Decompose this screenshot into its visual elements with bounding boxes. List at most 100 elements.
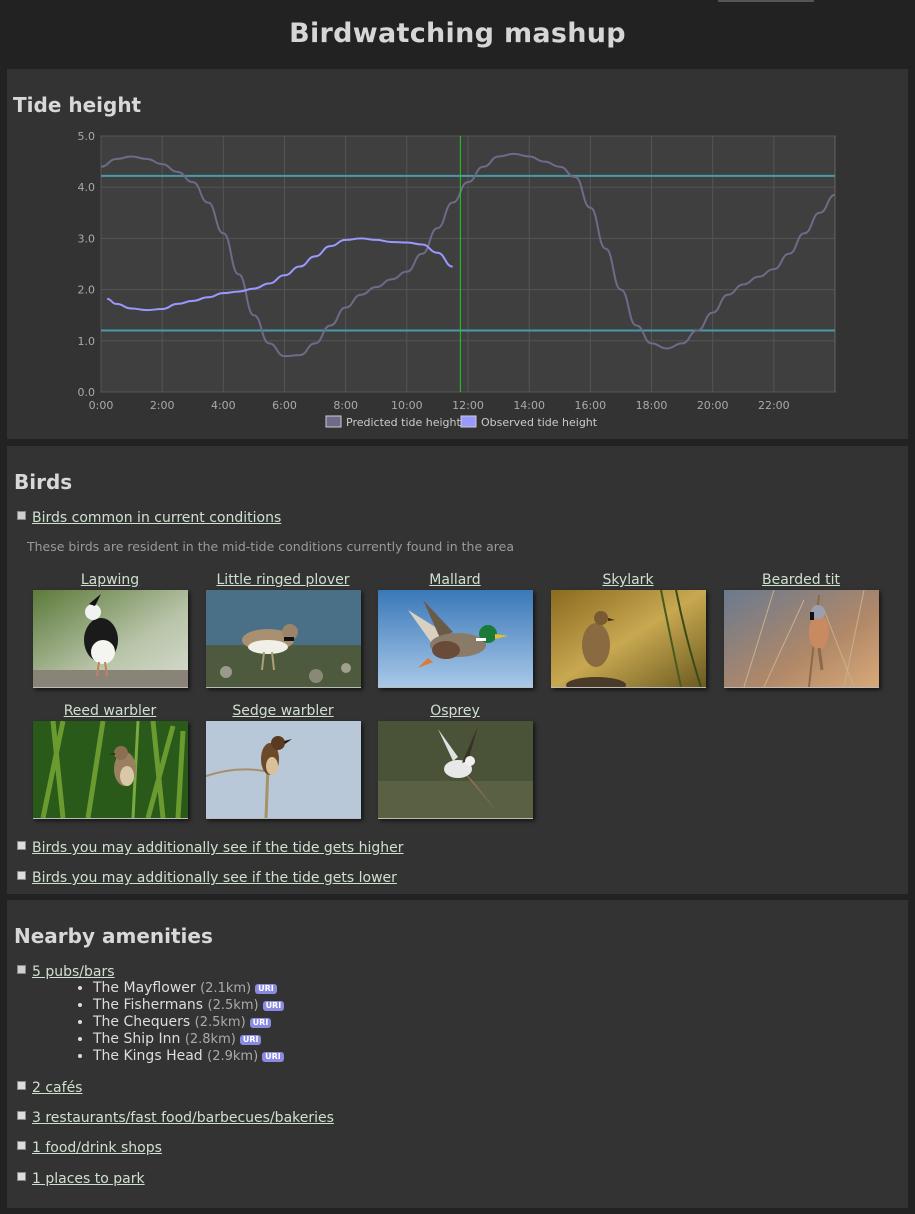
shops-link[interactable]: 1 food/drink shops [32, 1140, 162, 1156]
bird-card[interactable]: Lapwing [32, 572, 188, 688]
pub-name: The Fishermans [93, 997, 204, 1013]
tide-panel: Tide height 0.0 1.0 2.0 3.0 4.0 5.0 0:00 2:00 4:… [7, 69, 908, 439]
list-item: The Kings Head (2.9km)URI [93, 1048, 284, 1065]
legend-label-predicted: Predicted tide height [346, 416, 461, 429]
expand-icon[interactable] [17, 1172, 26, 1181]
bird-card[interactable]: Osprey [377, 703, 533, 819]
x-tick-label: 2:00 [150, 399, 175, 412]
common-birds-toggle[interactable]: Birds common in current conditions [17, 510, 281, 526]
amenities-heading: Nearby amenities [14, 924, 213, 948]
birds-heading: Birds [14, 470, 73, 494]
osprey-photo[interactable] [377, 721, 533, 819]
collapse-icon[interactable] [17, 965, 26, 974]
pub-name: The Mayflower [93, 980, 196, 996]
pubs-link[interactable]: 5 pubs/bars [32, 964, 115, 980]
uri-link[interactable]: URI [249, 1018, 272, 1028]
pub-name: The Chequers [93, 1014, 191, 1030]
cafes-toggle[interactable]: 2 cafés [17, 1080, 82, 1096]
y-tick-label: 0.0 [78, 386, 96, 399]
legend-label-observed: Observed tide height [481, 416, 598, 429]
x-tick-label: 16:00 [574, 399, 606, 412]
bird-name-link[interactable]: Little ringed plover [205, 572, 361, 588]
x-tick-label: 0:00 [89, 399, 114, 412]
expand-icon[interactable] [17, 1081, 26, 1090]
bird-name-link[interactable]: Reed warbler [32, 703, 188, 719]
lower-tide-toggle[interactable]: Birds you may additionally see if the ti… [17, 870, 397, 886]
uri-link[interactable]: URI [255, 984, 277, 994]
amenities-panel: Nearby amenities 5 pubs/bars The Mayflow… [7, 900, 908, 1208]
list-item: The Fishermans (2.5km)URI [93, 997, 285, 1014]
bird-name-link[interactable]: Bearded tit [723, 572, 879, 588]
uri-link[interactable]: URI [262, 1001, 285, 1011]
tide-chart: 0.0 1.0 2.0 3.0 4.0 5.0 0:00 2:00 4:00 6:00 8:00 10… [78, 130, 836, 429]
x-tick-label: 18:00 [636, 399, 668, 412]
x-tick-label: 14:00 [513, 399, 545, 412]
pub-distance: (2.9km) [207, 1049, 259, 1064]
common-birds-link[interactable]: Birds common in current conditions [32, 510, 281, 526]
y-tick-label: 5.0 [78, 130, 96, 143]
skylark-photo[interactable] [550, 590, 706, 688]
y-tick-label: 4.0 [78, 181, 96, 194]
pub-name: The Kings Head [93, 1048, 203, 1064]
reed-warbler-photo[interactable] [32, 721, 188, 819]
x-tick-label: 22:00 [758, 399, 790, 412]
bird-name-link[interactable]: Mallard [377, 572, 533, 588]
bird-card[interactable]: Little ringed plover [205, 572, 361, 688]
bird-name-link[interactable]: Osprey [377, 703, 533, 719]
y-tick-label: 3.0 [78, 232, 96, 245]
bird-name-link[interactable]: Lapwing [32, 572, 188, 588]
bird-name-link[interactable]: Skylark [550, 572, 706, 588]
lower-tide-link[interactable]: Birds you may additionally see if the ti… [32, 870, 397, 886]
x-tick-label: 12:00 [452, 399, 484, 412]
pub-distance: (2.1km) [200, 981, 252, 996]
uri-link[interactable]: URI [262, 1052, 284, 1062]
x-tick-label: 20:00 [697, 399, 729, 412]
pub-distance: (2.8km) [184, 1032, 236, 1047]
expand-icon[interactable] [17, 1141, 26, 1150]
uri-link[interactable]: URI [239, 1035, 262, 1045]
x-tick-label: 8:00 [333, 399, 358, 412]
list-item: The Chequers (2.5km)URI [93, 1014, 284, 1031]
cafes-link[interactable]: 2 cafés [32, 1080, 82, 1096]
x-tick-label: 4:00 [211, 399, 236, 412]
higher-tide-link[interactable]: Birds you may additionally see if the ti… [32, 840, 404, 856]
bird-card[interactable]: Reed warbler [32, 703, 188, 819]
x-tick-label: 10:00 [391, 399, 423, 412]
pub-distance: (2.5km) [194, 1015, 246, 1030]
list-item: The Mayflower (2.1km)URI [93, 980, 284, 997]
bird-card[interactable]: Skylark [550, 572, 706, 688]
parking-toggle[interactable]: 1 places to park [17, 1171, 145, 1187]
parking-link[interactable]: 1 places to park [32, 1171, 145, 1187]
pubs-list: The Mayflower (2.1km)URI The Fishermans … [79, 980, 285, 1065]
bearded-tit-photo[interactable] [723, 590, 879, 688]
y-tick-label: 2.0 [78, 284, 96, 297]
shops-toggle[interactable]: 1 food/drink shops [17, 1140, 162, 1156]
expand-icon[interactable] [17, 841, 26, 850]
expand-icon[interactable] [17, 871, 26, 880]
lapwing-photo[interactable] [32, 590, 188, 688]
bird-card[interactable]: Mallard [377, 572, 533, 688]
birds-description: These birds are resident in the mid-tide… [27, 539, 514, 554]
top-bar-edge [718, 0, 814, 2]
page-title: Birdwatching mashup [289, 18, 626, 49]
y-tick-label: 1.0 [78, 335, 96, 348]
restaurants-link[interactable]: 3 restaurants/fast food/barbecues/bakeri… [32, 1110, 334, 1126]
list-item: The Ship Inn (2.8km)URI [93, 1031, 284, 1048]
pubs-toggle[interactable]: 5 pubs/bars [17, 964, 115, 980]
higher-tide-toggle[interactable]: Birds you may additionally see if the ti… [17, 840, 404, 856]
legend-swatch-predicted [325, 415, 342, 428]
sedge-warbler-photo[interactable] [205, 721, 361, 819]
pub-distance: (2.5km) [207, 998, 259, 1013]
expand-icon[interactable] [17, 1111, 26, 1120]
bird-name-link[interactable]: Sedge warbler [205, 703, 361, 719]
pub-name: The Ship Inn [93, 1031, 181, 1047]
legend-swatch-observed [460, 415, 477, 428]
mallard-photo[interactable] [377, 590, 533, 688]
collapse-icon[interactable] [17, 511, 26, 520]
bird-card[interactable]: Sedge warbler [205, 703, 361, 819]
bird-card[interactable]: Bearded tit [723, 572, 879, 688]
restaurants-toggle[interactable]: 3 restaurants/fast food/barbecues/bakeri… [17, 1110, 334, 1126]
birds-panel: Birds Birds common in current conditions… [7, 446, 908, 894]
x-tick-label: 6:00 [272, 399, 297, 412]
little-ringed-plover-photo[interactable] [205, 590, 361, 688]
